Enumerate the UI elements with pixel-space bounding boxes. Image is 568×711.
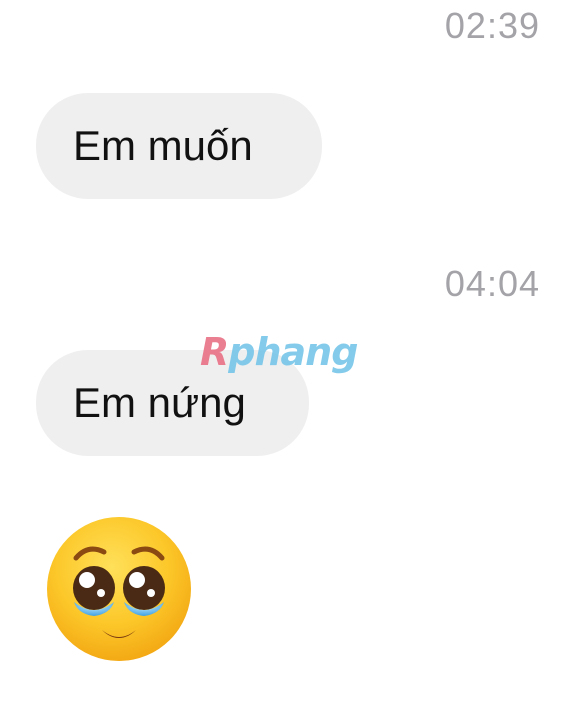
message-text-2: Em nứng [73,379,246,426]
watermark-rest: phang [228,330,358,374]
timestamp-2: 04:04 [444,263,540,304]
message-bubble-1[interactable]: Em muốn [36,93,322,199]
timestamp-1: 02:39 [444,5,540,46]
pleading-face-svg [47,517,191,661]
watermark-first-letter: R [200,330,229,374]
watermark-logo: Rphang [200,330,358,374]
message-text-1: Em muốn [73,122,253,169]
pleading-face-emoji-icon[interactable] [44,514,194,664]
